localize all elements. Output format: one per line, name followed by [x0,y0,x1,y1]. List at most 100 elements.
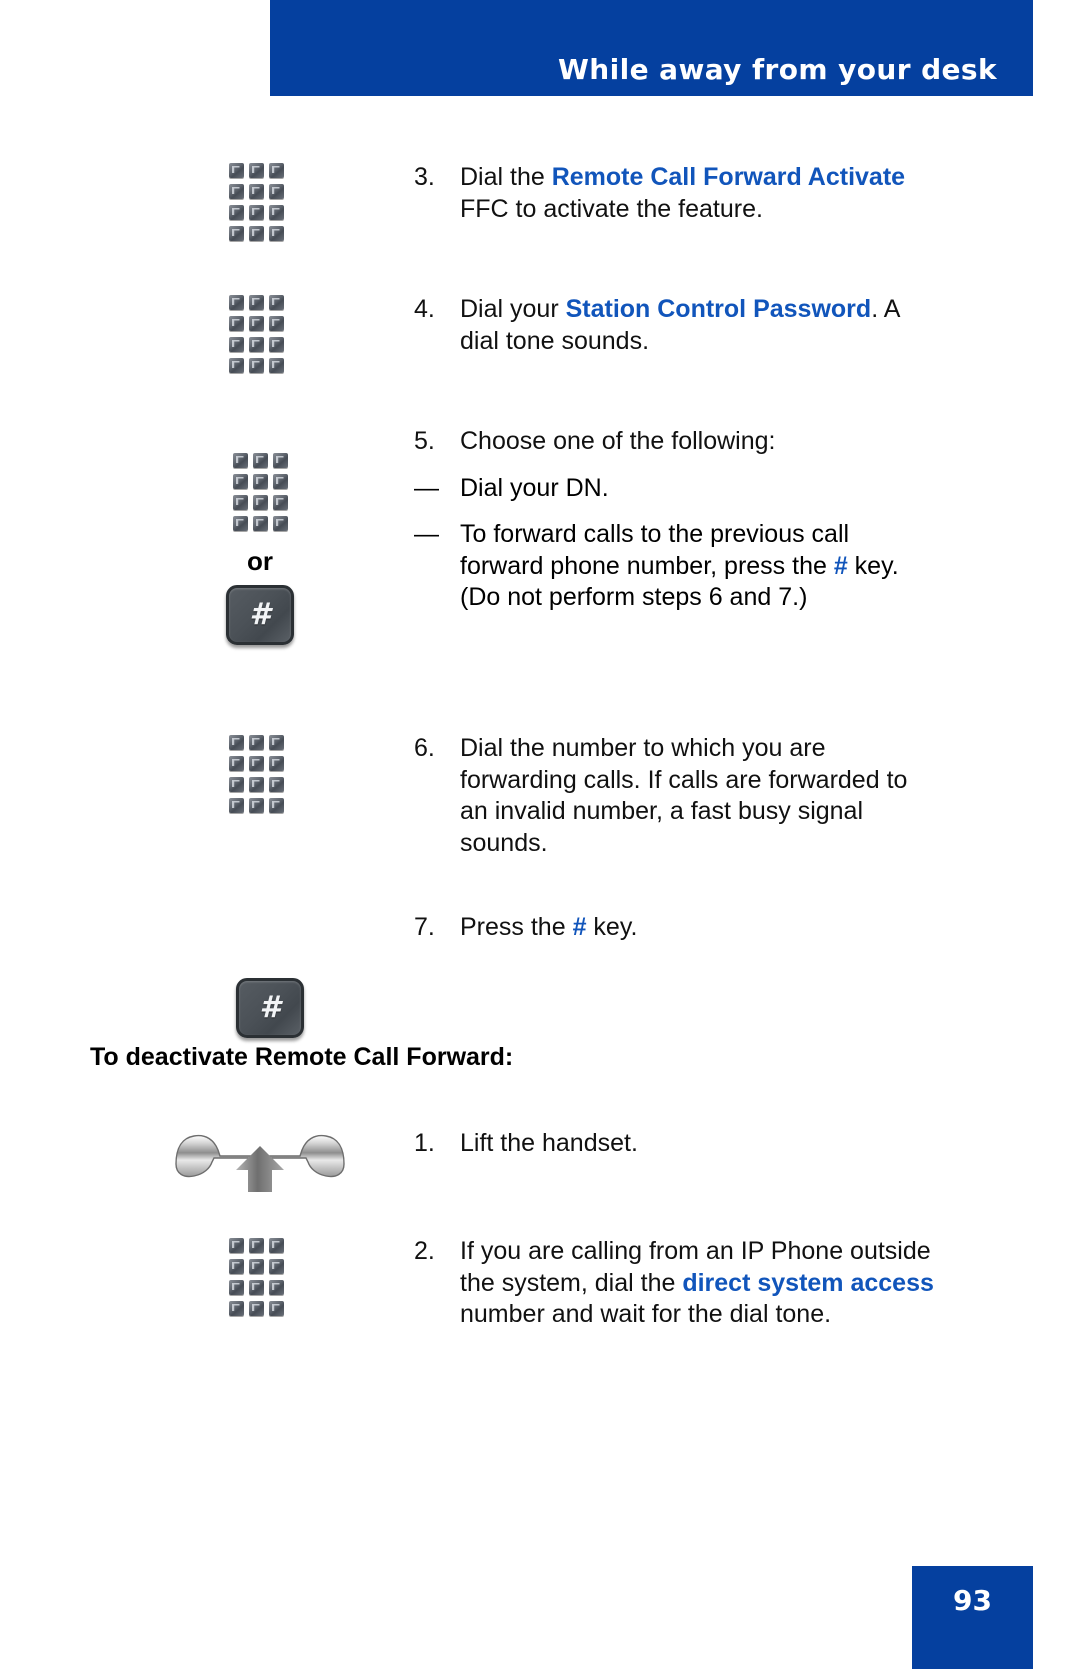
step-5-icon-group: or # [226,450,294,645]
keypad-cell [246,292,266,313]
keypad-cell [250,450,270,471]
keypad-cell [226,355,246,376]
step-4-number: 4. [414,295,435,323]
step-5: 5. Choose one of the following: — Dial y… [414,426,939,614]
deactivate-step-2-text: If you are calling from an IP Phone outs… [460,1236,934,1331]
keypad-cell [266,795,286,816]
keypad-cell [230,471,250,492]
keypad-icon [226,732,286,816]
keypad-cell [226,334,246,355]
step-5-text: Choose one of the following: [460,427,776,455]
keypad-cell [266,223,286,244]
keypad-icon [226,160,286,244]
keypad-cell [266,292,286,313]
step-5-sub-item-2: — To forward calls to the previous call … [414,519,939,614]
deactivate-step-2-icon-keypad [226,1235,286,1319]
keypad-cell [226,1298,246,1319]
keypad-cell [250,471,270,492]
keypad-cell [266,160,286,181]
keypad-cell [246,1298,266,1319]
keypad-cell [226,774,246,795]
keypad-cell [270,513,290,534]
step-4-text-b: Station Control Password [565,295,872,323]
handset-lift-icon [170,1120,350,1192]
step-3-number: 3. [414,163,435,191]
keypad-cell [270,471,290,492]
keypad-cell [266,1298,286,1319]
keypad-cell [270,492,290,513]
keypad-cell [226,160,246,181]
step-4-text-a: Dial your [460,295,566,323]
page-number: 93 [953,1584,992,1617]
keypad-cell [246,732,266,753]
step-6: 6. Dial the number to which you are forw… [414,733,934,859]
step-7-text: Press the # key. [460,912,637,944]
deactivate-step-1-text: Lift the handset. [460,1129,638,1157]
step-6-text: Dial the number to which you are forward… [460,734,908,857]
step-3-text-a: Dial the [460,163,552,191]
keypad-cell [246,795,266,816]
or-separator-label: or [247,546,273,576]
keypad-cell [226,1235,246,1256]
step-3: 3. Dial the Remote Call Forward Activate… [414,162,934,225]
keypad-cell [230,492,250,513]
keypad-cell [246,223,266,244]
hash-key-icon: # [226,585,294,645]
keypad-cell [250,513,270,534]
keypad-cell [226,753,246,774]
step-5-sub-2-a: To forward calls to the previous call fo… [460,520,850,580]
keypad-cell [246,1256,266,1277]
keypad-cell [246,160,266,181]
step-5-sub-1-text: Dial your DN. [460,473,609,502]
section-heading-deactivate: To deactivate Remote Call Forward: [90,1043,514,1071]
hash-key-glyph: # [259,990,281,1025]
keypad-cell [226,202,246,223]
keypad-cell [246,181,266,202]
step-7: 7. Press the # key. [414,912,934,944]
step-3-text-b: Remote Call Forward Activate [551,163,906,191]
step-3-text-c: FFC to activate the feature. [460,194,763,223]
em-dash-bullet-icon: — [414,520,439,548]
step-6-icon-keypad [226,732,286,816]
keypad-cell [266,732,286,753]
keypad-cell [266,1277,286,1298]
keypad-cell [226,1277,246,1298]
keypad-cell [270,450,290,471]
keypad-cell [226,223,246,244]
step-7-text-hash: # [572,913,587,941]
step-5-sub-2-text: To forward calls to the previous call fo… [460,519,939,614]
keypad-cell [266,774,286,795]
step-3-icon-keypad [226,160,286,244]
header-banner: While away from your desk [270,0,1033,96]
hash-key-icon: # [236,978,304,1038]
deactivate-step-2: 2. If you are calling from an IP Phone o… [414,1236,934,1331]
deactivate-step-2-b: direct system access [682,1268,934,1297]
keypad-cell [230,450,250,471]
keypad-cell [246,355,266,376]
keypad-cell [266,181,286,202]
keypad-cell [246,334,266,355]
keypad-icon [230,450,290,534]
keypad-cell [266,313,286,334]
step-6-number: 6. [414,734,435,762]
keypad-cell [226,313,246,334]
step-5-sub-item-1: — Dial your DN. [414,473,939,505]
keypad-cell [266,1235,286,1256]
keypad-cell [266,355,286,376]
step-5-sub-2-hash: # [833,551,848,580]
keypad-cell [246,1235,266,1256]
step-7-number: 7. [414,913,435,941]
step-7-icon-hash: # [236,978,304,1038]
keypad-cell [266,202,286,223]
keypad-cell [266,334,286,355]
keypad-cell [226,1256,246,1277]
deactivate-step-2-number: 2. [414,1237,435,1265]
deactivate-step-2-c: number and wait for the dial tone. [460,1300,832,1328]
keypad-cell [246,202,266,223]
keypad-cell [250,492,270,513]
keypad-cell [226,292,246,313]
keypad-cell [246,774,266,795]
step-3-text: Dial the Remote Call Forward Activate FF… [460,162,934,225]
keypad-cell [246,753,266,774]
step-4-icon-keypad [226,292,286,376]
